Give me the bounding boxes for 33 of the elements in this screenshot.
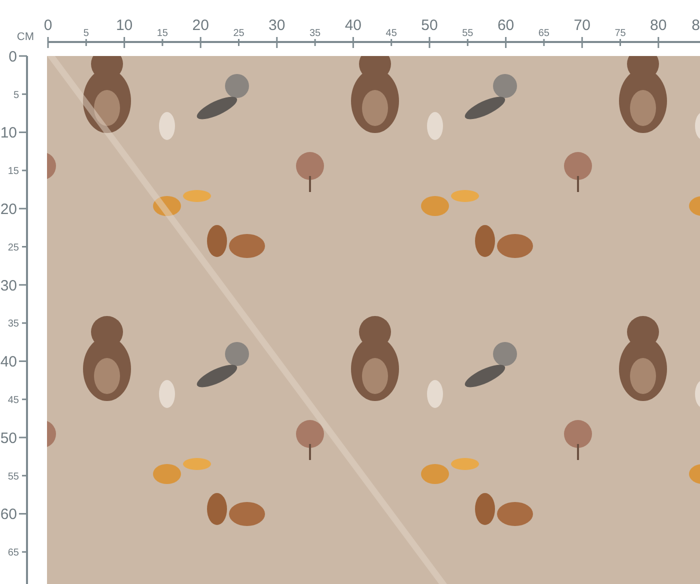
ruler-label: 40 <box>0 354 17 371</box>
ruler-label: 0 <box>44 17 52 34</box>
ruler-label: 35 <box>309 28 321 39</box>
ruler-label: 55 <box>462 28 474 39</box>
ruler-label: 30 <box>268 17 286 34</box>
ruler-label: 10 <box>116 17 133 34</box>
ruler-label: 80 <box>650 17 667 34</box>
ruler-label: 60 <box>497 17 514 34</box>
ruler-label: 40 <box>344 17 362 34</box>
ruler-label: 10 <box>0 124 17 142</box>
ruler-label: 50 <box>0 430 17 447</box>
ruler-label: 55 <box>8 471 19 482</box>
ruler-label: 25 <box>8 242 19 254</box>
ruler-label: 70 <box>574 17 590 34</box>
ruler-label: 45 <box>386 28 397 39</box>
ruler-label: 8 <box>692 17 700 34</box>
ruler-label: 20 <box>192 17 209 34</box>
ruler-label: 50 <box>421 17 438 34</box>
ruler-label: 15 <box>8 166 19 178</box>
ruler-label: 0 <box>8 48 17 66</box>
ruler-label: 60 <box>0 506 17 524</box>
ruler-label: 45 <box>8 394 19 406</box>
ruler-label: 5 <box>13 90 19 101</box>
ruler-label: 65 <box>8 548 19 559</box>
ruler-label: 75 <box>614 28 626 39</box>
ruler-label: 25 <box>233 28 244 39</box>
unit-label: CM <box>16 31 34 43</box>
ruler-label: 35 <box>8 318 19 330</box>
ruler-label: 20 <box>0 201 17 218</box>
ruler-label: 15 <box>156 28 168 39</box>
ruler-label: 65 <box>538 28 550 39</box>
ruler-label: 30 <box>0 277 17 294</box>
ruler-label: 5 <box>83 28 89 39</box>
